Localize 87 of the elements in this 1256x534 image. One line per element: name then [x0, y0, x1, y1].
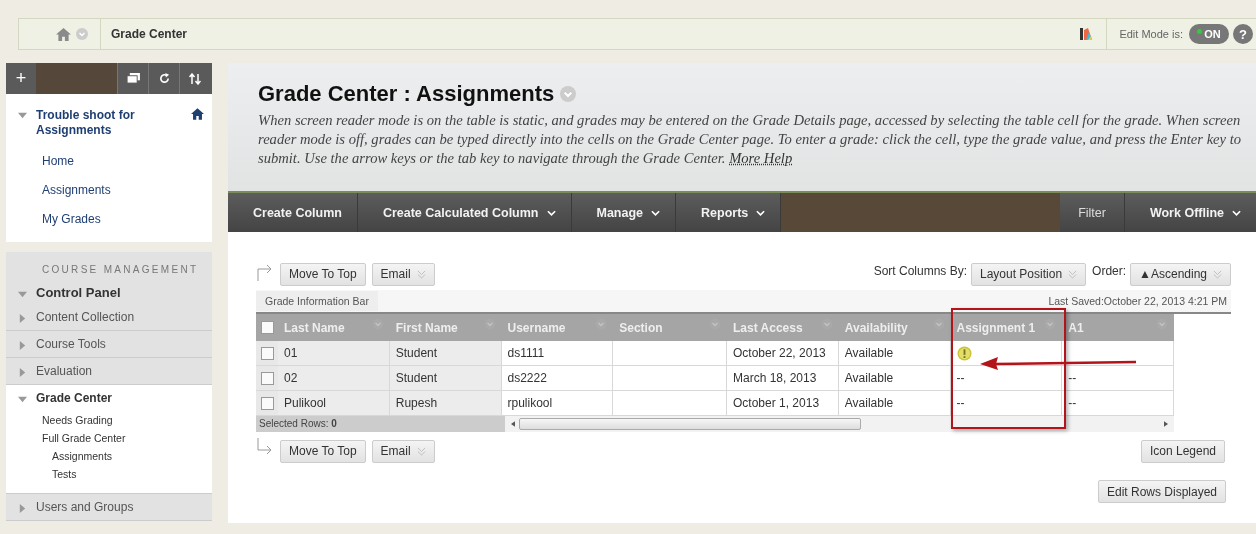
help-button[interactable]: ?: [1233, 24, 1253, 44]
breadcrumb-title[interactable]: Grade Center: [100, 19, 188, 49]
table-cell: October 1, 2013: [733, 396, 820, 410]
double-chevron-icon[interactable]: [416, 269, 426, 279]
edit-mode-label: Edit Mode is:: [1119, 28, 1183, 40]
last-saved-text: Last Saved:October 22, 2013 4:21 PM: [1048, 295, 1228, 307]
action-button[interactable]: Email: [371, 262, 435, 286]
action-button[interactable]: Move To Top: [280, 439, 366, 463]
page-description: When screen reader mode is on the table is static, and grades may be entered on the Grade Details page, accessed by selecting the table cell for the grade. When screen reader mode is off, grades can be typed directly into the cells on the Grade Center page. To enter a grade: click the cell, type the grade value, and press the Enter key to submit. Use the arrow keys or the tab key to navigate through the Grade Center. More Help: [258, 111, 1243, 168]
expand-triangle-icon[interactable]: [18, 314, 27, 323]
table-cell: ds1111: [507, 346, 545, 360]
table-cell: ds2222: [507, 371, 547, 385]
expand-triangle-icon[interactable]: [18, 395, 27, 404]
chevron-down-icon[interactable]: [756, 209, 766, 216]
table-cell: Student: [395, 346, 438, 360]
table-cell: 02: [284, 371, 298, 385]
expand-triangle-icon[interactable]: [18, 368, 27, 377]
corner-arrow-icon: [256, 438, 274, 456]
home-icon[interactable]: [191, 108, 204, 120]
table-cell: 01: [284, 346, 298, 360]
corner-arrow-icon: [256, 263, 274, 281]
help-link[interactable]: More Help: [729, 150, 793, 166]
expand-triangle-icon[interactable]: [18, 111, 27, 120]
table-cell[interactable]: --: [956, 396, 965, 410]
expand-triangle-icon[interactable]: [18, 289, 27, 299]
scroll-left-icon[interactable]: [511, 421, 515, 427]
toolbar-button[interactable]: Create Calculated Column: [357, 193, 572, 232]
toolbar-button[interactable]: Create Column: [228, 193, 358, 232]
table-cell: March 18, 2013: [733, 371, 817, 385]
table-cell: rpulikool: [507, 396, 553, 410]
toolbar-button[interactable]: Filter: [1060, 193, 1125, 232]
course-link[interactable]: Home: [42, 147, 204, 176]
table-cell: October 22, 2013: [733, 346, 826, 360]
toolbar-button[interactable]: Work Offline: [1124, 193, 1256, 232]
action-button[interactable]: Move To Top: [280, 262, 366, 286]
chevron-down-icon[interactable]: [1232, 209, 1241, 216]
selected-rows-count: Selected Rows: 0: [256, 416, 505, 432]
scroll-right-icon[interactable]: [1164, 421, 1168, 427]
table-cell: Rupesh: [395, 396, 438, 410]
chevron-down-icon[interactable]: [546, 209, 556, 216]
checkbox[interactable]: [260, 321, 274, 334]
info-bar-tab[interactable]: Grade Information Bar: [256, 291, 378, 311]
submenu-item[interactable]: Needs Grading: [42, 411, 212, 429]
menu-item[interactable]: Course Tools: [6, 331, 212, 358]
checkbox[interactable]: [260, 396, 274, 410]
expand-triangle-icon[interactable]: [18, 341, 27, 350]
menu-item[interactable]: Content Collection: [6, 304, 212, 331]
menu-item[interactable]: Users and Groups: [6, 494, 212, 521]
submenu-item[interactable]: Assignments: [42, 447, 212, 465]
course-link[interactable]: Assignments: [42, 176, 204, 205]
sort-label: Sort Columns By:: [873, 264, 967, 278]
palette-icon[interactable]: [1079, 27, 1094, 41]
checkbox[interactable]: [260, 346, 274, 360]
double-chevron-icon[interactable]: [1213, 269, 1222, 279]
table-cell: Available: [844, 346, 894, 360]
edit-rows-button[interactable]: Edit Rows Displayed: [1097, 480, 1226, 503]
table-cell: Available: [844, 396, 894, 410]
table-cell: Student: [395, 371, 438, 385]
checkbox[interactable]: [260, 371, 274, 385]
exclamation-icon[interactable]: [956, 345, 972, 361]
order-label: Order:: [1092, 264, 1127, 278]
toolbar-button[interactable]: Manage: [571, 193, 677, 232]
table-cell[interactable]: --: [1068, 396, 1077, 410]
page-title: Grade Center : Assignments: [258, 81, 555, 107]
table-cell[interactable]: --: [1068, 371, 1077, 385]
table-cell: Pulikool: [284, 396, 327, 410]
submenu-item[interactable]: Full Grade Center: [42, 429, 212, 447]
double-chevron-icon[interactable]: [416, 446, 426, 456]
section-heading: COURSE MANAGEMENT: [42, 264, 200, 275]
horizontal-scrollbar[interactable]: [505, 416, 1174, 432]
control-panel-label[interactable]: Control Panel: [36, 285, 121, 300]
edit-mode-toggle[interactable]: ON: [1189, 24, 1229, 44]
icon-legend-button[interactable]: Icon Legend: [1140, 439, 1225, 463]
action-button[interactable]: Email: [371, 439, 435, 463]
chevron-circle-icon[interactable]: [560, 86, 577, 102]
table-cell: Available: [844, 371, 894, 385]
table-cell[interactable]: --: [956, 371, 965, 385]
order-dropdown[interactable]: ▲Ascending: [1130, 262, 1231, 286]
expand-triangle-icon[interactable]: [18, 504, 27, 513]
course-title[interactable]: Trouble shoot for Assignments: [36, 108, 182, 138]
menu-item[interactable]: Grade Center Needs Grading Full Grade Center Assignments Tests: [6, 385, 212, 494]
course-link[interactable]: My Grades: [42, 205, 204, 234]
double-chevron-icon[interactable]: [1068, 269, 1078, 279]
sort-dropdown[interactable]: Layout Position: [971, 262, 1087, 286]
chevron-down-icon[interactable]: [651, 209, 661, 216]
chevron-circle-icon[interactable]: [76, 28, 88, 40]
submenu-item[interactable]: Tests: [42, 465, 212, 483]
